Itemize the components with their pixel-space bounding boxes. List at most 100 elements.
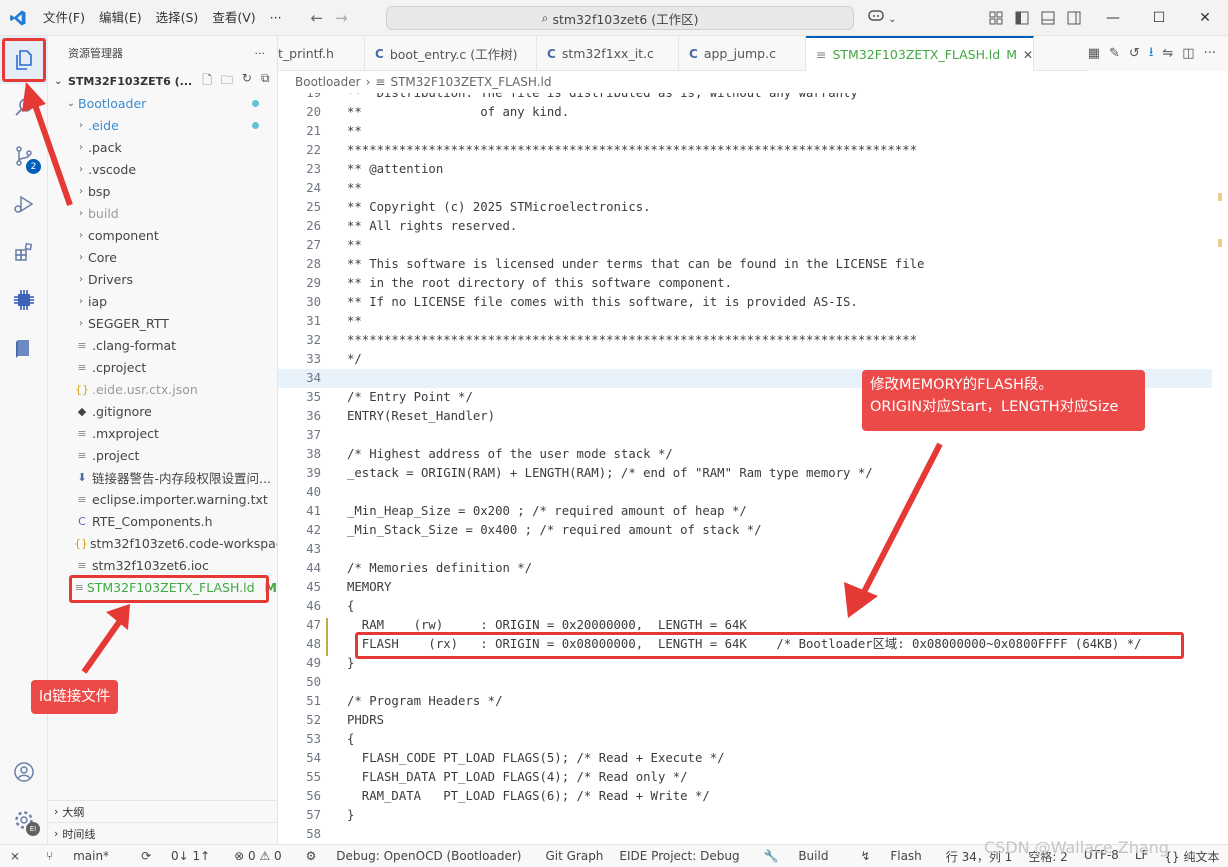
tree-file[interactable]: ≡ eclipse.importer.warning.txt — [48, 488, 277, 510]
tree-folder[interactable]: › bsp — [48, 180, 277, 202]
line-number: 48 — [306, 637, 321, 651]
chip-icon[interactable] — [0, 276, 48, 324]
tree-folder[interactable]: › build — [48, 202, 277, 224]
timeline-section[interactable]: › 时间线 — [48, 822, 278, 844]
minimize-icon[interactable]: — — [1090, 0, 1136, 36]
tree-file[interactable]: C RTE_Components.h — [48, 510, 277, 532]
tree-folder[interactable]: › .pack — [48, 136, 277, 158]
menu-more[interactable]: ··· — [263, 0, 289, 36]
eide-project-item[interactable]: EIDE Project: Debug — [611, 849, 747, 863]
tree-item-label: component — [88, 227, 159, 243]
menu-view[interactable]: 查看(V) — [205, 0, 262, 36]
remote-icon[interactable]: ⨯ — [0, 849, 30, 863]
tree-folder[interactable]: › .vscode — [48, 158, 277, 180]
tree-folder[interactable]: › .eide — [48, 114, 277, 136]
line-number: 40 — [306, 485, 321, 499]
line-number: 23 — [306, 162, 321, 176]
toggle-panel-icon[interactable] — [1040, 10, 1056, 26]
tree-file[interactable]: ⬇ 链接器警告-内存段权限设置问... — [48, 466, 277, 488]
tree-file[interactable]: ≡ .clang-format — [48, 334, 277, 356]
code-editor[interactable]: 19 ** Distribution: The file is distribut… — [278, 93, 1228, 844]
line-text: /* Memories definition */ — [347, 561, 533, 575]
breadcrumb-folder[interactable]: Bootloader — [295, 75, 361, 89]
line-text: ** — [347, 238, 362, 252]
history-icon[interactable]: ↺ — [1129, 46, 1140, 61]
tree-file[interactable]: {} stm32f103zet6.code-workspace — [48, 532, 277, 554]
workspace-header[interactable]: ⌄ STM32F103ZET6 (... 🗋 🗀 ↻ ⧉ — [48, 70, 277, 92]
c-file-icon: C — [547, 46, 556, 61]
tree-folder[interactable]: › component — [48, 224, 277, 246]
tree-item-label: Core — [88, 249, 117, 265]
tab-boot-entry[interactable]: C boot_entry.c (工作树) — [365, 36, 537, 71]
tab-app-jump[interactable]: C app_jump.c — [679, 36, 806, 71]
line-text: ****************************************… — [347, 333, 918, 347]
chevron-right-icon: › — [54, 805, 59, 818]
more-actions-icon[interactable]: ··· — [1204, 46, 1216, 61]
line-number: 20 — [306, 105, 321, 119]
close-window-icon[interactable]: ✕ — [1182, 0, 1228, 36]
build-item[interactable]: 🔧 Build — [748, 849, 845, 863]
tab-flash-ld[interactable]: ≡ STM32F103ZETX_FLASH.ld M ✕ — [806, 36, 1034, 71]
flash-item[interactable]: ↯ Flash — [844, 849, 937, 863]
line-text: ****************************************… — [347, 143, 918, 157]
tree-file[interactable]: ≡ .cproject — [48, 356, 277, 378]
code-line: 30 ** If no LICENSE file comes with this … — [278, 293, 1212, 312]
collapse-all-icon[interactable]: ⧉ — [261, 71, 270, 92]
new-file-icon[interactable]: 🗋 — [202, 71, 212, 92]
settings-gear-icon[interactable]: EI — [0, 796, 48, 844]
build-icon[interactable]: ▦ — [1088, 46, 1100, 61]
line-text: { — [347, 599, 355, 613]
refresh-icon[interactable]: ↻ — [242, 71, 252, 92]
breadcrumb-file[interactable]: STM32F103ZETX_FLASH.ld — [390, 75, 551, 89]
outline-section[interactable]: › 大纲 — [48, 800, 278, 822]
tree-folder[interactable]: › iap — [48, 290, 277, 312]
explorer-more-icon[interactable]: ··· — [255, 47, 266, 60]
menu-edit[interactable]: 编辑(E) — [92, 0, 149, 36]
git-graph-item[interactable]: Git Graph — [537, 849, 611, 863]
layout-controls-icon[interactable] — [988, 10, 1004, 26]
line-number: 57 — [306, 808, 321, 822]
debug-icon: ⚙ — [305, 849, 321, 863]
command-center-search[interactable]: ⌕ stm32f103zet6 (工作区) — [386, 6, 854, 30]
tree-file[interactable]: ≡ stm32f103zet6.ioc — [48, 554, 277, 576]
back-arrow-icon[interactable]: ← — [311, 9, 324, 27]
debug-item[interactable]: ⚙ Debug: OpenOCD (Bootloader) — [290, 849, 538, 863]
sync-label: 0↓ 1↑ — [170, 849, 211, 863]
split-editor-icon[interactable]: ◫ — [1182, 46, 1194, 61]
tree-folder-bootloader[interactable]: ⌄ Bootloader — [48, 92, 277, 114]
extensions-icon[interactable] — [0, 228, 48, 276]
forward-arrow-icon[interactable]: → — [335, 9, 348, 27]
maximize-icon[interactable]: ☐ — [1136, 0, 1182, 36]
toggle-sidebar-icon[interactable] — [1014, 10, 1030, 26]
tree-file[interactable]: ≡ .mxproject — [48, 422, 277, 444]
line-text: ** @attention — [347, 162, 444, 176]
menu-file[interactable]: 文件(F) — [36, 0, 92, 36]
book-icon[interactable] — [0, 324, 48, 372]
clean-icon[interactable]: ✎ — [1109, 46, 1120, 61]
tree-file[interactable]: ◆ .gitignore — [48, 400, 277, 422]
arrow-to-explorer — [22, 82, 73, 206]
tab-printf[interactable]: t_printf.h — [278, 36, 365, 71]
tree-folder[interactable]: › SEGGER_RTT — [48, 312, 277, 334]
tree-item-label: .project — [92, 447, 140, 463]
modified-dot — [252, 121, 259, 129]
close-tab-icon[interactable]: ✕ — [1023, 48, 1033, 62]
tree-folder[interactable]: › Drivers — [48, 268, 277, 290]
new-folder-icon[interactable]: 🗀 — [221, 71, 233, 92]
tree-folder[interactable]: › Core — [48, 246, 277, 268]
sync-item[interactable]: ⟳ 0↓ 1↑ — [125, 849, 226, 863]
tab-stm32f1xx-it[interactable]: C stm32f1xx_it.c — [537, 36, 679, 71]
line-number: 54 — [306, 751, 321, 765]
menu-selection[interactable]: 选择(S) — [149, 0, 206, 36]
tree-file[interactable]: {} .eide.usr.ctx.json — [48, 378, 277, 400]
tree-file[interactable]: ≡ .project — [48, 444, 277, 466]
download-icon[interactable]: ⭳ — [1149, 43, 1154, 65]
branch-item[interactable]: ⑂ main* — [30, 849, 125, 863]
compare-icon[interactable]: ⇋ — [1162, 46, 1173, 61]
account-icon[interactable] — [0, 748, 48, 796]
copilot-icon[interactable]: ⌄ — [868, 8, 897, 26]
code-line: 50 — [278, 673, 1212, 692]
problems-item[interactable]: ⊗ 0 ⚠ 0 — [226, 849, 290, 863]
toggle-secondary-sidebar-icon[interactable] — [1066, 10, 1082, 26]
chevron-right-icon: › — [365, 75, 371, 89]
